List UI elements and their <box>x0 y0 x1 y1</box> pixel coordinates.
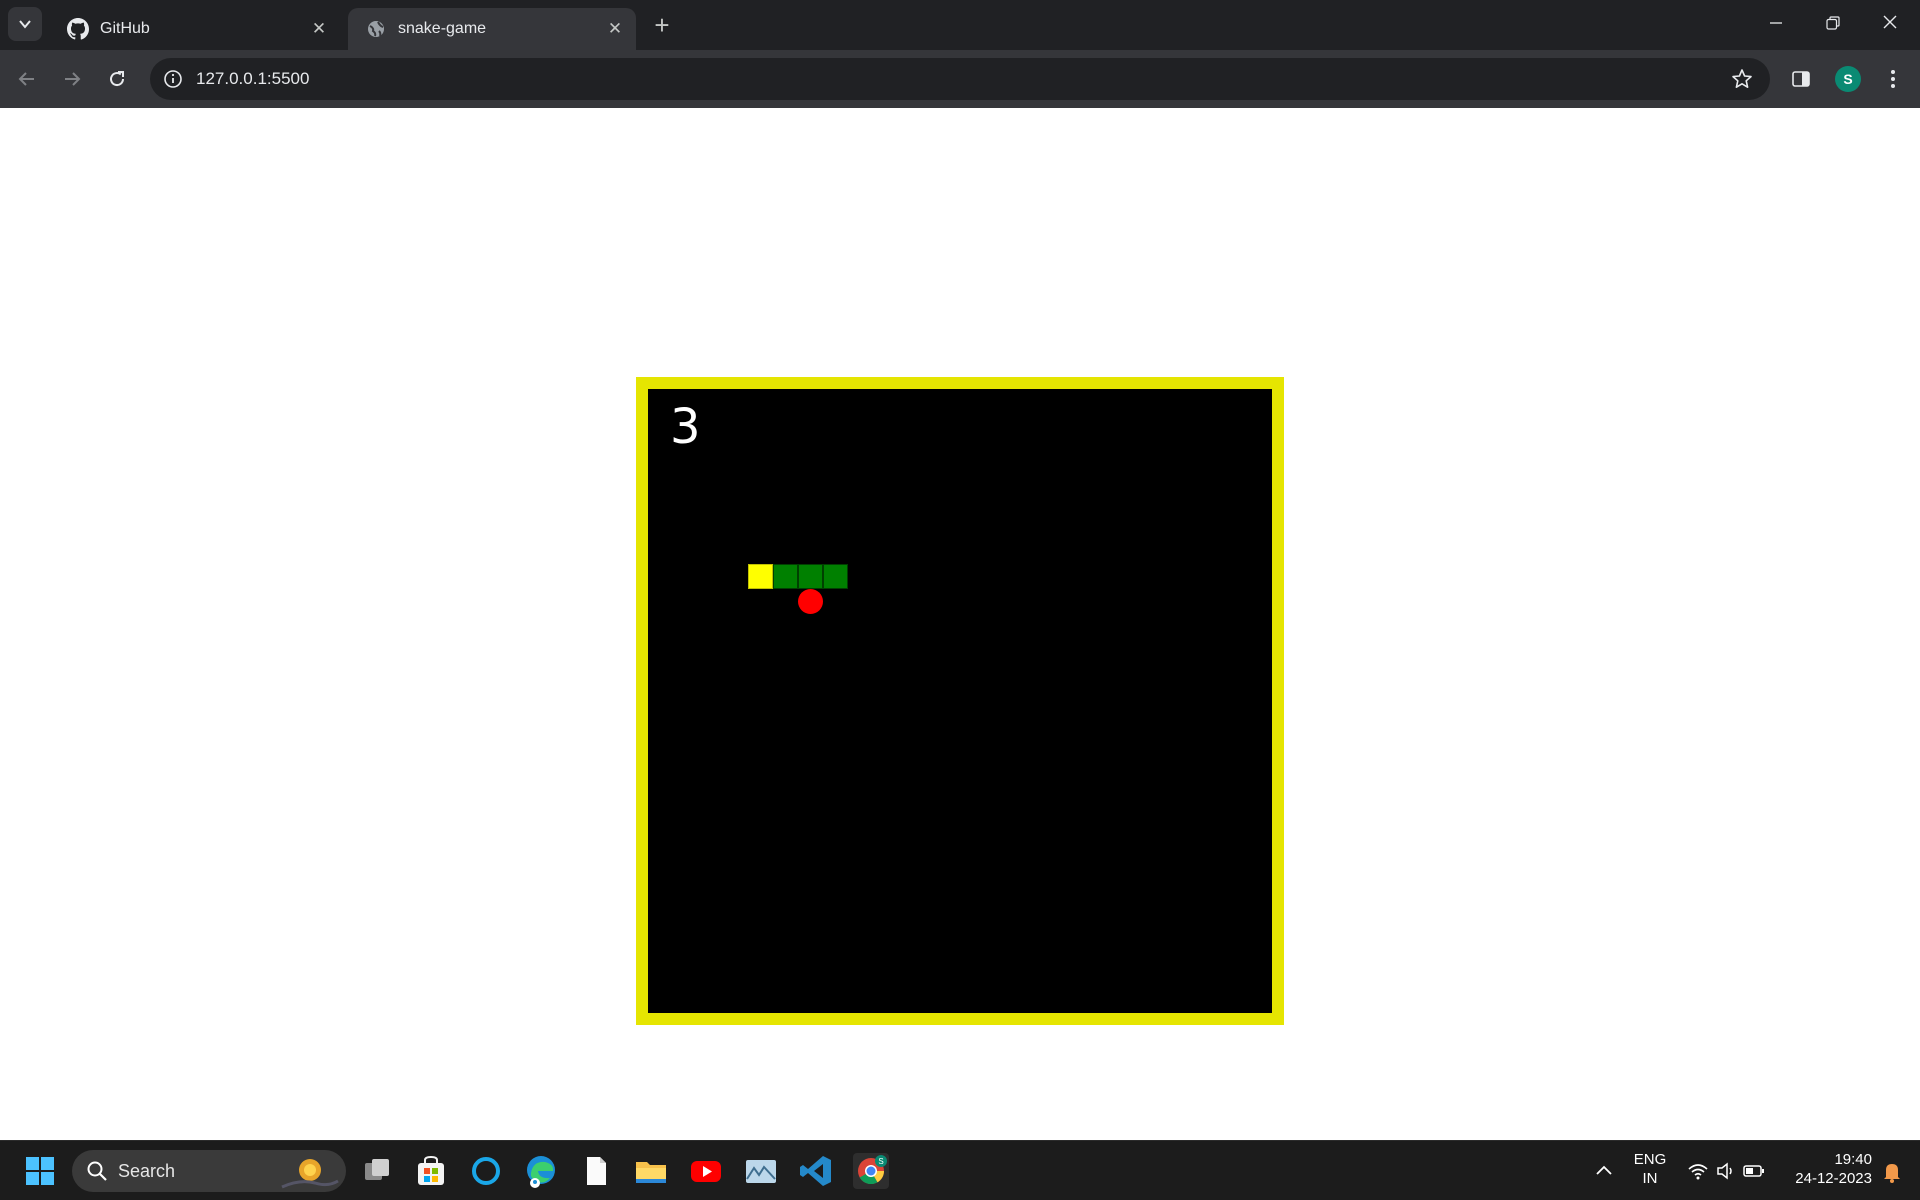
task-view-button[interactable] <box>359 1153 395 1189</box>
page-content: 3 <box>0 108 1920 1140</box>
arrow-left-icon <box>18 72 34 86</box>
wifi-icon <box>1688 1164 1708 1180</box>
minimize-icon <box>1770 22 1782 24</box>
microsoft-store-icon <box>418 1155 444 1185</box>
new-tab-button[interactable]: + <box>644 7 680 43</box>
tab-search-button[interactable] <box>8 7 42 41</box>
close-icon <box>1883 15 1897 29</box>
search-icon <box>87 1161 107 1181</box>
bookmark-star-icon[interactable] <box>1731 68 1753 90</box>
photos-button[interactable] <box>743 1153 779 1189</box>
store-button[interactable] <box>413 1153 449 1189</box>
search-placeholder: Search <box>118 1161 176 1181</box>
vscode-button[interactable] <box>798 1153 834 1189</box>
language-code: ENG <box>1633 1151 1667 1168</box>
reload-button[interactable] <box>99 61 135 97</box>
file-explorer-icon <box>636 1162 666 1183</box>
start-button[interactable] <box>22 1153 58 1189</box>
forward-button[interactable] <box>54 61 90 97</box>
address-bar[interactable]: 127.0.0.1:5500 <box>150 58 1770 100</box>
cortana-icon <box>472 1157 500 1185</box>
notifications-button[interactable] <box>1874 1153 1910 1189</box>
battery-icon <box>1743 1165 1764 1177</box>
close-tab-icon[interactable]: ✕ <box>308 18 330 40</box>
close-window-button[interactable] <box>1872 6 1908 42</box>
show-hidden-icons-button[interactable] <box>1586 1153 1622 1189</box>
clock-date: 24-12-2023 <box>1795 1170 1872 1187</box>
edge-icon <box>527 1156 555 1188</box>
edge-button[interactable] <box>523 1153 559 1189</box>
cortana-button[interactable] <box>468 1153 504 1189</box>
side-panel-button[interactable] <box>1783 61 1819 97</box>
tab-title: GitHub <box>100 20 150 37</box>
tab-strip: GitHub ✕ snake-game ✕ + <box>0 0 1920 50</box>
taskbar-search[interactable]: Search <box>72 1150 346 1192</box>
bell-icon <box>1884 1164 1900 1183</box>
chrome-icon: S <box>858 1155 887 1185</box>
close-tab-icon[interactable]: ✕ <box>604 18 626 40</box>
svg-text:S: S <box>878 1157 883 1166</box>
arrow-right-icon <box>65 72 81 86</box>
game-board[interactable]: 3 <box>636 377 1284 1025</box>
chevron-up-icon <box>1596 1165 1612 1175</box>
chrome-button[interactable]: S <box>853 1153 889 1189</box>
windows-logo-icon <box>26 1157 54 1185</box>
side-panel-icon <box>1792 71 1810 87</box>
minimize-button[interactable] <box>1758 6 1794 42</box>
quick-settings-button[interactable] <box>1680 1153 1780 1189</box>
clock-time: 19:40 <box>1834 1151 1872 1168</box>
youtube-icon <box>691 1161 721 1182</box>
file-explorer-button[interactable] <box>633 1153 669 1189</box>
globe-icon <box>368 21 384 37</box>
vscode-icon <box>800 1156 831 1186</box>
restore-button[interactable] <box>1815 6 1851 42</box>
search-highlight-icon <box>281 1159 339 1189</box>
site-info-icon[interactable] <box>163 69 183 89</box>
taskbar: Search S ENG IN 19:40 24-12-2023 <box>0 1140 1920 1200</box>
snake-segment <box>797 563 823 589</box>
snake-head <box>747 563 773 589</box>
food <box>797 588 823 614</box>
clock[interactable]: 19:40 24-12-2023 <box>1782 1150 1872 1188</box>
tab-title: snake-game <box>398 20 487 37</box>
more-vert-icon <box>1891 70 1895 88</box>
avatar-initial: S <box>1843 71 1853 87</box>
language-indicator[interactable]: ENG IN <box>1630 1150 1670 1188</box>
youtube-button[interactable] <box>688 1153 724 1189</box>
task-view-icon <box>365 1159 389 1180</box>
restore-icon <box>1826 16 1840 30</box>
reload-icon <box>110 71 125 87</box>
snake-segment <box>772 563 798 589</box>
notepad-button[interactable] <box>578 1153 614 1189</box>
back-button[interactable] <box>9 61 45 97</box>
tab-github[interactable]: GitHub ✕ <box>50 8 340 50</box>
notepad-icon <box>587 1157 606 1185</box>
score-display: 3 <box>670 399 701 455</box>
profile-avatar[interactable]: S <box>1835 66 1861 92</box>
chevron-down-icon <box>19 20 31 29</box>
region-code: IN <box>1642 1170 1658 1187</box>
tab-snake-game[interactable]: snake-game ✕ <box>348 8 636 50</box>
menu-button[interactable] <box>1875 61 1911 97</box>
volume-icon <box>1717 1162 1732 1180</box>
snake-segment <box>822 563 848 589</box>
url-text: 127.0.0.1:5500 <box>196 69 310 88</box>
plus-icon: + <box>654 10 670 40</box>
github-icon <box>67 18 89 40</box>
photos-icon <box>746 1160 776 1183</box>
